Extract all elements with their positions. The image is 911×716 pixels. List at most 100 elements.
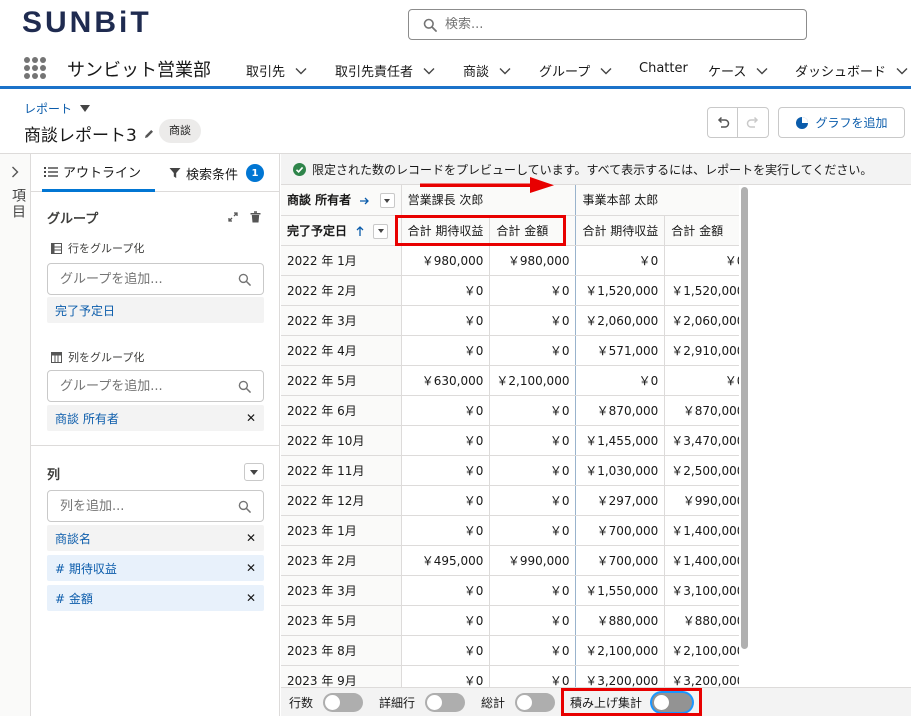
value-cell: ￥3,200,000 (664, 665, 739, 687)
table-row: 2023 年 1月 ￥0 ￥0 ￥700,000 ￥1,400,000 (281, 515, 739, 546)
sort-ascending-icon[interactable] (356, 226, 364, 236)
toggle-row-counts[interactable]: 行数 (289, 693, 364, 712)
row-group-menu-button[interactable] (373, 223, 389, 239)
nav-item-chatter[interactable]: Chatter (639, 61, 688, 76)
column-group-pill[interactable]: 商談 所有者 ✕ (47, 405, 264, 431)
column-group-label: 列をグループ化 (51, 349, 144, 365)
chevron-down-icon[interactable] (896, 67, 908, 75)
chevron-down-icon[interactable] (295, 67, 307, 75)
toggle-label: 行数 (289, 696, 314, 710)
value-cell: ￥990,000 (489, 545, 576, 576)
table-scrollbar[interactable] (741, 187, 748, 649)
column-pill[interactable]: # 金額 ✕ (47, 585, 264, 611)
value-cell: ￥297,000 (575, 485, 665, 516)
columns-search-field[interactable] (60, 498, 230, 514)
value-cell: ￥0 (489, 605, 576, 636)
value-cell: ￥0 (489, 515, 576, 546)
value-cell: ￥0 (400, 275, 490, 306)
column-group-header: 商談 所有者 (281, 185, 402, 216)
sidebar-tabs: アウトライン 検索条件 1 (31, 154, 280, 192)
undo-button[interactable] (708, 108, 739, 137)
value-cell: ￥1,455,000 (575, 425, 665, 456)
search-input[interactable] (445, 17, 785, 32)
value-cell: ￥0 (489, 575, 576, 606)
close-icon[interactable]: ✕ (246, 591, 256, 605)
tab-outline[interactable]: アウトライン (42, 154, 155, 192)
columns-input[interactable] (47, 490, 264, 522)
row-group-label: 行をグループ化 (51, 240, 144, 256)
redo-button[interactable] (738, 108, 768, 137)
trash-icon[interactable] (250, 211, 261, 223)
toggle-switch[interactable] (425, 693, 466, 712)
value-cell: ￥0 (400, 305, 490, 336)
global-search[interactable] (408, 9, 807, 40)
arrow-right-icon[interactable] (360, 197, 370, 205)
app-launcher-icon[interactable] (24, 57, 46, 79)
chevron-down-icon[interactable] (499, 67, 511, 75)
toggle-grand-total[interactable]: 総計 (481, 693, 556, 712)
nav-item-contacts[interactable]: 取引先責任者 (335, 61, 435, 80)
fields-panel-toggle[interactable]: 項目 (0, 154, 31, 716)
column-group-label-text: 列をグループ化 (68, 351, 145, 364)
groups-section-title: グループ (47, 212, 99, 227)
measure-header[interactable]: 合計 期待収益 (575, 215, 665, 246)
close-icon[interactable]: ✕ (246, 531, 256, 545)
chevron-down-icon[interactable] (423, 67, 435, 75)
nav-item-cases[interactable]: ケース (708, 61, 768, 80)
nav-item-dashboards[interactable]: ダッシュボード (795, 61, 908, 80)
app-root: SUNBiT サンビット営業部 取引先 取引先責任者 商談 グループ (0, 0, 911, 716)
column-group-menu-button[interactable] (379, 193, 395, 209)
search-icon (238, 380, 251, 393)
fields-panel-label: 項目 (10, 188, 26, 220)
undo-icon (717, 116, 729, 128)
column-pill[interactable]: 商談名 ✕ (47, 525, 264, 551)
value-cell: ￥0 (400, 425, 490, 456)
row-group-input[interactable] (47, 263, 264, 295)
nav-item-accounts[interactable]: 取引先 (246, 61, 307, 80)
table-row: 2023 年 3月 ￥0 ￥0 ￥1,550,000 ￥3,100,000 (281, 575, 739, 606)
nav-item-label: グループ (539, 65, 591, 80)
toggle-switch[interactable] (323, 693, 364, 712)
table-row: 2022 年 10月 ￥0 ￥0 ￥1,455,000 ￥3,470,000 (281, 425, 739, 456)
value-cell: ￥0 (489, 665, 576, 687)
nav-item-label: 商談 (463, 65, 490, 80)
report-type-menu[interactable]: レポート (24, 100, 91, 117)
tab-filters[interactable]: 検索条件 1 (169, 154, 265, 192)
column-group-search-field[interactable] (60, 378, 230, 394)
row-group-header: 完了予定日 (281, 215, 402, 246)
rows-icon (51, 242, 62, 254)
columns-menu-button[interactable] (244, 463, 264, 481)
expand-icon[interactable] (228, 212, 238, 222)
add-chart-button[interactable]: グラフを追加 (778, 107, 905, 138)
chevron-down-icon[interactable] (600, 67, 612, 75)
search-icon (238, 273, 251, 286)
value-cell: ￥1,400,000 (664, 515, 739, 546)
number-icon: # (55, 561, 66, 576)
chevron-right-icon[interactable] (11, 166, 19, 178)
measure-header[interactable]: 合計 金額 (664, 215, 739, 246)
value-cell: ￥1,400,000 (664, 545, 739, 576)
row-group-pill[interactable]: 完了予定日 (47, 297, 264, 323)
close-icon[interactable]: ✕ (246, 561, 256, 575)
column-group-header-label: 商談 所有者 (287, 193, 352, 208)
row-date-cell: 2023 年 9月 (281, 665, 402, 687)
value-cell: ￥571,000 (575, 335, 665, 366)
value-cell: ￥1,520,000 (575, 275, 665, 306)
value-cell: ￥2,060,000 (664, 305, 739, 336)
toggle-detail-rows[interactable]: 詳細行 (379, 693, 466, 712)
value-cell: ￥0 (489, 335, 576, 366)
toggle-switch[interactable] (515, 693, 556, 712)
chevron-down-icon[interactable] (756, 67, 768, 75)
preview-notice: 限定された数のレコードをプレビューしています。すべて表示するには、レポートを実行… (281, 154, 911, 185)
value-cell: ￥0 (489, 635, 576, 666)
app-name: サンビット営業部 (67, 60, 211, 81)
nav-item-opportunities[interactable]: 商談 (463, 61, 511, 80)
pencil-icon[interactable] (143, 128, 155, 140)
close-icon[interactable]: ✕ (246, 411, 256, 425)
column-pill[interactable]: # 期待収益 ✕ (47, 555, 264, 581)
nav-item-label: 取引先 (246, 65, 286, 80)
row-group-search-field[interactable] (60, 271, 230, 287)
column-group-input[interactable] (47, 370, 264, 402)
nav-item-groups[interactable]: グループ (539, 61, 612, 80)
value-cell: ￥0 (489, 425, 576, 456)
